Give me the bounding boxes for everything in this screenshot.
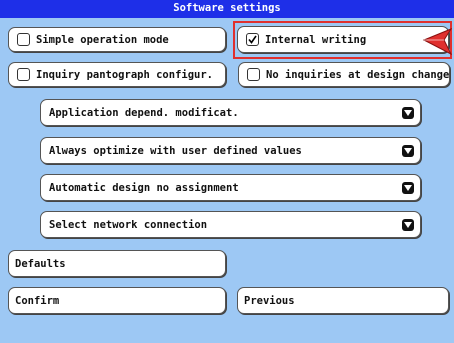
checkbox-icon	[17, 33, 30, 46]
confirm-button[interactable]: Confirm	[8, 287, 226, 314]
pointer-arrow-icon	[422, 28, 452, 56]
simple-operation-mode-checkbox[interactable]: Simple operation mode	[8, 27, 226, 52]
no-inquiries-design-change-checkbox[interactable]: No inquiries at design change	[238, 62, 450, 87]
checkbox-label: No inquiries at design change	[266, 68, 450, 81]
dropdown-label: Always optimize with user defined values	[49, 144, 302, 157]
chevron-down-icon	[402, 144, 414, 157]
automatic-design-dropdown[interactable]: Automatic design no assignment	[40, 174, 421, 201]
dropdown-label: Automatic design no assignment	[49, 181, 239, 194]
inquiry-pantograph-checkbox[interactable]: Inquiry pantograph configur.	[8, 62, 226, 87]
optimize-values-dropdown[interactable]: Always optimize with user defined values	[40, 137, 421, 164]
application-modification-dropdown[interactable]: Application depend. modificat.	[40, 99, 421, 126]
checkbox-label: Inquiry pantograph configur.	[36, 68, 214, 81]
network-connection-dropdown[interactable]: Select network connection	[40, 211, 421, 238]
defaults-button[interactable]: Defaults	[8, 250, 226, 277]
dropdown-label: Select network connection	[49, 218, 208, 231]
window-title: Software settings	[0, 0, 454, 18]
chevron-down-icon	[402, 218, 414, 231]
chevron-down-icon	[402, 106, 414, 119]
dropdown-label: Application depend. modificat.	[49, 106, 239, 119]
previous-label: Previous	[244, 294, 295, 307]
chevron-down-icon	[402, 181, 414, 194]
checkbox-icon	[17, 68, 30, 81]
confirm-label: Confirm	[15, 294, 60, 307]
previous-button[interactable]: Previous	[237, 287, 449, 314]
defaults-label: Defaults	[15, 257, 66, 270]
checkbox-icon	[247, 68, 260, 81]
highlight-frame	[233, 21, 452, 59]
checkbox-label: Simple operation mode	[36, 33, 169, 46]
